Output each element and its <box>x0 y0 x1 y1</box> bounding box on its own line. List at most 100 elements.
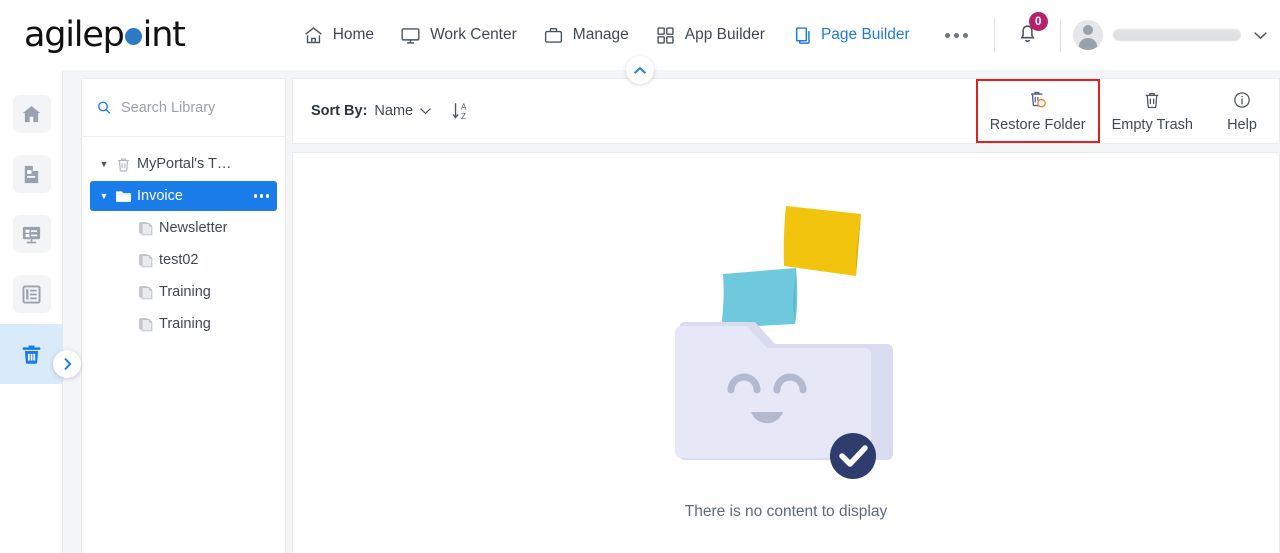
tree-item-myportals-trash[interactable]: ▼ MyPortal's T… <box>90 149 277 179</box>
tree-item-label: Invoice <box>137 188 183 204</box>
search-icon <box>98 101 111 114</box>
username-redacted <box>1112 29 1241 41</box>
header-collapse-toggle[interactable] <box>626 56 654 84</box>
nav-item-work-center[interactable]: Work Center <box>387 19 530 52</box>
chevron-right-icon <box>63 357 71 371</box>
restore-folder-button[interactable]: Restore Folder <box>975 79 1100 143</box>
nav-label-manage: Manage <box>572 26 629 43</box>
pages-icon <box>134 284 156 301</box>
empty-folder-illustration <box>671 194 901 489</box>
svg-text:Z: Z <box>461 112 466 121</box>
sort-alpha-asc-icon: A Z <box>452 103 467 121</box>
trash-icon <box>112 156 134 173</box>
nav-overflow-menu[interactable] <box>931 23 982 48</box>
sort-by-label: Sort By: <box>311 103 368 119</box>
content-area: There is no content to display <box>292 152 1280 553</box>
tree-item-training-2[interactable]: Training <box>90 309 277 339</box>
rail-item-page[interactable] <box>0 144 63 204</box>
caret-down-icon[interactable]: ▼ <box>96 159 112 169</box>
dot <box>265 194 269 198</box>
rail-item-home[interactable] <box>0 84 63 144</box>
dot <box>962 32 968 38</box>
briefcase-icon <box>544 27 562 43</box>
nav-label-app-builder: App Builder <box>684 26 765 43</box>
logo-text-part2: int <box>142 15 186 55</box>
rail-item-trash[interactable] <box>0 324 63 384</box>
left-icon-rail <box>0 70 81 553</box>
icon-box <box>12 275 51 313</box>
grid-squares-icon <box>657 26 674 44</box>
notifications-button[interactable]: 0 <box>1007 12 1048 54</box>
folder-icon <box>112 187 134 206</box>
nav-label-home: Home <box>332 26 375 43</box>
nav-label-page-builder: Page Builder <box>820 26 910 43</box>
nav-item-page-builder[interactable]: Page Builder <box>778 19 923 52</box>
header-right: 0 <box>982 12 1280 54</box>
rail-item-form[interactable] <box>0 204 63 264</box>
logo-text-part1: agilep <box>24 15 125 55</box>
nav-label-work-center: Work Center <box>430 26 517 43</box>
rail-expand-button[interactable] <box>53 350 81 378</box>
empty-trash-label: Empty Trash <box>1111 116 1193 133</box>
toolbar-actions: Restore Folder Empty Trash Help <box>975 78 1279 144</box>
icon-box <box>13 335 51 373</box>
home-icon <box>304 26 322 43</box>
help-button[interactable]: Help <box>1205 78 1279 144</box>
tree-item-label: test02 <box>159 252 199 268</box>
chevron-down-icon <box>1253 27 1268 44</box>
help-label: Help <box>1227 116 1257 133</box>
nav-item-app-builder[interactable]: App Builder <box>642 19 778 52</box>
tree-item-label: Training <box>159 284 211 300</box>
monitor-icon <box>401 27 420 44</box>
copy-pages-icon <box>795 26 810 44</box>
ellipsis-icon[interactable] <box>253 194 269 198</box>
rail-item-list[interactable] <box>0 264 63 324</box>
home-icon <box>22 105 41 122</box>
user-menu[interactable] <box>1072 20 1280 50</box>
restore-folder-label: Restore Folder <box>989 117 1086 133</box>
tree-item-newsletter[interactable]: Newsletter <box>90 213 277 243</box>
logo-blue-dot <box>124 28 142 45</box>
tree-item-invoice[interactable]: ▼ Invoice <box>90 181 277 211</box>
chevron-down-icon <box>420 108 431 115</box>
icon-box <box>12 155 51 193</box>
tree-item-label: Training <box>159 316 211 332</box>
main-navigation: Home Work Center Manage App Builder Page… <box>290 19 982 52</box>
trash-icon <box>22 345 41 364</box>
yellow-paper <box>783 205 861 276</box>
icon-box <box>12 95 51 133</box>
sort-direction-button[interactable]: A Z <box>451 100 471 122</box>
content-toolbar: Sort By: Name A Z Restore Folder Empty T… <box>292 78 1280 144</box>
sort-by-dropdown[interactable]: Name <box>374 103 432 119</box>
caret-down-icon[interactable]: ▼ <box>96 191 112 201</box>
dot <box>944 32 950 38</box>
form-layout-icon <box>22 226 41 243</box>
tree-item-label: MyPortal's T… <box>137 156 232 172</box>
search-input[interactable] <box>121 99 271 116</box>
dot <box>953 32 959 38</box>
library-tree: ▼ MyPortal's T… ▼ Invoice Newsletter tes… <box>82 137 285 339</box>
tree-item-training-1[interactable]: Training <box>90 277 277 307</box>
tree-item-test02[interactable]: test02 <box>90 245 277 275</box>
document-icon <box>24 165 39 183</box>
notification-badge-count: 0 <box>1028 12 1048 31</box>
check-badge <box>830 432 876 479</box>
trash-icon <box>1145 92 1159 108</box>
header-divider <box>1059 18 1061 52</box>
search-library-row[interactable] <box>82 79 285 137</box>
nav-item-home[interactable]: Home <box>290 19 387 52</box>
sort-by-control: Sort By: Name A Z <box>311 100 471 122</box>
nav-item-manage[interactable]: Manage <box>530 19 642 52</box>
agilepoint-logo[interactable]: agilep int <box>24 15 186 55</box>
icon-box <box>12 215 51 253</box>
pages-icon-svg <box>138 221 152 235</box>
sort-by-value: Name <box>374 103 414 119</box>
list-layout-icon <box>22 284 41 304</box>
restore-folder-icon <box>1031 91 1047 108</box>
cyan-paper <box>721 267 798 328</box>
dot <box>253 194 257 198</box>
pages-icon <box>134 252 156 269</box>
user-avatar-icon <box>1072 20 1103 50</box>
empty-trash-button[interactable]: Empty Trash <box>1100 78 1205 144</box>
dot <box>259 194 263 198</box>
